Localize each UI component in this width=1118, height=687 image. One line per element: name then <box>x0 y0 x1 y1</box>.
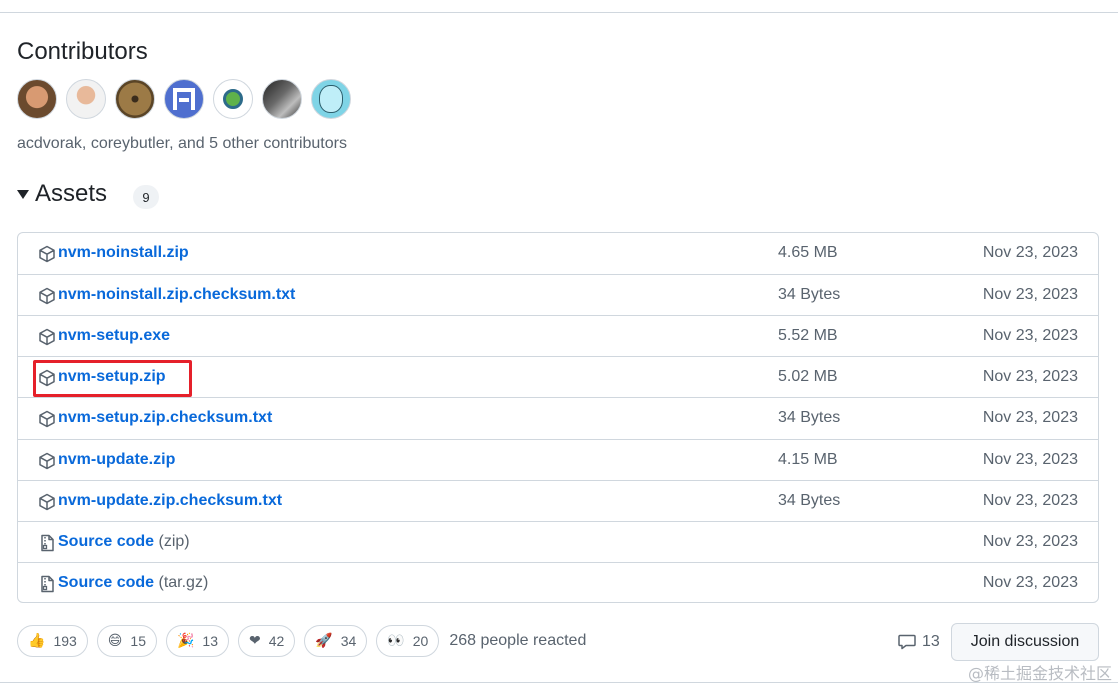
asset-row: Source code (tar.gz) Nov 23, 2023 <box>18 561 1098 603</box>
asset-name: nvm-noinstall.zip.checksum.txt <box>58 286 296 304</box>
asset-date: Nov 23, 2023 <box>982 327 1078 345</box>
reaction-count: 193 <box>53 633 77 649</box>
asset-link[interactable]: Source code (tar.gz) <box>58 574 208 592</box>
asset-link[interactable]: nvm-noinstall.zip <box>58 244 189 262</box>
file-zip-icon <box>38 534 56 552</box>
asset-date: Nov 23, 2023 <box>982 573 1078 591</box>
asset-name: nvm-noinstall.zip <box>58 244 189 261</box>
package-icon <box>38 328 56 346</box>
card-bottom-border <box>0 682 1118 683</box>
package-icon <box>38 452 56 470</box>
asset-size: 34 Bytes <box>778 286 841 304</box>
asset-link[interactable]: nvm-update.zip <box>58 451 175 469</box>
triangle-down-icon <box>17 189 29 199</box>
asset-link[interactable]: nvm-setup.exe <box>58 327 170 345</box>
asset-name: nvm-setup.zip.checksum.txt <box>58 409 273 427</box>
asset-link[interactable]: nvm-update.zip.checksum.txt <box>58 492 282 510</box>
comment-icon <box>898 634 916 650</box>
watermark: @稀土掘金技术社区 <box>967 664 1112 683</box>
asset-date: Nov 23, 2023 <box>982 368 1078 386</box>
comment-count-value: 13 <box>922 633 940 650</box>
highlight-annotation <box>33 360 192 397</box>
asset-name: nvm-setup.exe <box>58 327 171 345</box>
heart-reaction[interactable]: ❤ 42 <box>238 625 296 657</box>
hooray-reaction[interactable]: 🎉 13 <box>165 625 229 657</box>
asset-row: nvm-setup.zip.checksum.txt 34 Bytes Nov 23… <box>18 397 1098 438</box>
thumbs-up-reaction[interactable]: 👍 193 <box>17 625 88 657</box>
asset-row: nvm-update.zip.checksum.txt 34 Bytes Nov 2… <box>18 479 1098 521</box>
reaction-count: 15 <box>130 633 146 649</box>
contributors-heading: Contributors <box>17 38 148 65</box>
asset-name: nvm-update.zip <box>58 450 176 468</box>
asset-name: Source code <box>58 573 155 591</box>
reaction-count: 42 <box>268 633 285 649</box>
asset-date: Nov 23, 2023 <box>982 450 1078 468</box>
reaction-emoji: ❤ <box>249 633 261 649</box>
avatar[interactable] <box>115 79 155 119</box>
asset-date: Nov 23, 2023 <box>982 532 1078 550</box>
assets-list: nvm-noinstall.zip 4.65 MB Nov 23, 2023 nvm-… <box>17 232 1099 603</box>
asset-name: nvm-update.zip.checksum.txt <box>58 491 283 509</box>
reaction-emoji: 👀 <box>387 633 405 649</box>
asset-size: 5.02 MB <box>778 368 838 386</box>
asset-link[interactable]: Source code (zip) <box>58 533 190 551</box>
asset-ext: (zip) <box>158 532 190 550</box>
asset-name: Source code <box>58 532 155 550</box>
reaction-emoji: 🎉 <box>176 633 195 649</box>
asset-date: Nov 23, 2023 <box>982 244 1078 261</box>
package-icon <box>38 287 56 305</box>
file-zip-icon <box>38 575 56 593</box>
avatar[interactable] <box>164 79 204 119</box>
asset-row: nvm-update.zip 4.15 MB Nov 23, 2023 <box>18 438 1098 480</box>
reactions-bar: 👍 193 😄 15 🎉 13 ❤ 42 🚀 34 👀 20 268 people reacted <box>17 625 586 657</box>
comment-count[interactable]: 13 <box>898 633 940 651</box>
asset-row: nvm-setup.exe 5.52 MB Nov 23, 2023 <box>18 315 1098 356</box>
package-icon <box>38 410 56 428</box>
asset-size: 4.15 MB <box>778 450 838 468</box>
avatar[interactable] <box>66 79 106 119</box>
asset-size: 5.52 MB <box>778 327 838 345</box>
reactions-summary: 268 people reacted <box>449 632 587 649</box>
reaction-emoji: 😄 <box>107 633 123 649</box>
reaction-emoji: 🚀 <box>315 633 333 649</box>
eyes-reaction[interactable]: 👀 20 <box>376 625 440 657</box>
avatar[interactable] <box>311 79 351 119</box>
asset-row: Source code (zip) Nov 23, 2023 <box>18 520 1098 562</box>
asset-row: nvm-noinstall.zip 4.65 MB Nov 23, 2023 <box>18 233 1098 274</box>
asset-date: Nov 23, 2023 <box>982 491 1078 509</box>
asset-date: Nov 23, 2023 <box>982 286 1078 304</box>
asset-size: 34 Bytes <box>778 491 841 509</box>
avatar[interactable] <box>213 79 253 119</box>
assets-heading: Assets <box>35 180 108 207</box>
package-icon <box>38 493 56 511</box>
reaction-count: 20 <box>412 633 429 649</box>
avatar[interactable] <box>262 79 302 119</box>
asset-size: 4.65 MB <box>778 244 838 261</box>
asset-date: Nov 23, 2023 <box>982 409 1078 427</box>
assets-count-badge: 9 <box>133 185 159 209</box>
package-icon <box>38 245 56 263</box>
rocket-reaction[interactable]: 🚀 34 <box>304 625 368 657</box>
reaction-count: 13 <box>202 633 218 649</box>
contributors-summary[interactable]: acdvorak, coreybutler, and 5 other contr… <box>17 135 347 153</box>
laugh-reaction[interactable]: 😄 15 <box>96 625 157 657</box>
contributor-avatars <box>17 79 351 119</box>
asset-link[interactable]: nvm-setup.zip.checksum.txt <box>58 409 272 427</box>
avatar[interactable] <box>17 79 57 119</box>
asset-row: nvm-noinstall.zip.checksum.txt 34 Bytes No… <box>18 274 1098 315</box>
join-discussion-button[interactable]: Join discussion <box>951 623 1099 661</box>
reaction-count: 34 <box>340 633 357 649</box>
reaction-emoji: 👍 <box>28 633 46 649</box>
card-top-border <box>0 12 1118 13</box>
asset-link[interactable]: nvm-noinstall.zip.checksum.txt <box>58 286 295 304</box>
asset-size: 34 Bytes <box>778 409 841 427</box>
asset-ext: (tar.gz) <box>158 573 209 591</box>
assets-toggle[interactable]: Assets <box>17 180 107 208</box>
